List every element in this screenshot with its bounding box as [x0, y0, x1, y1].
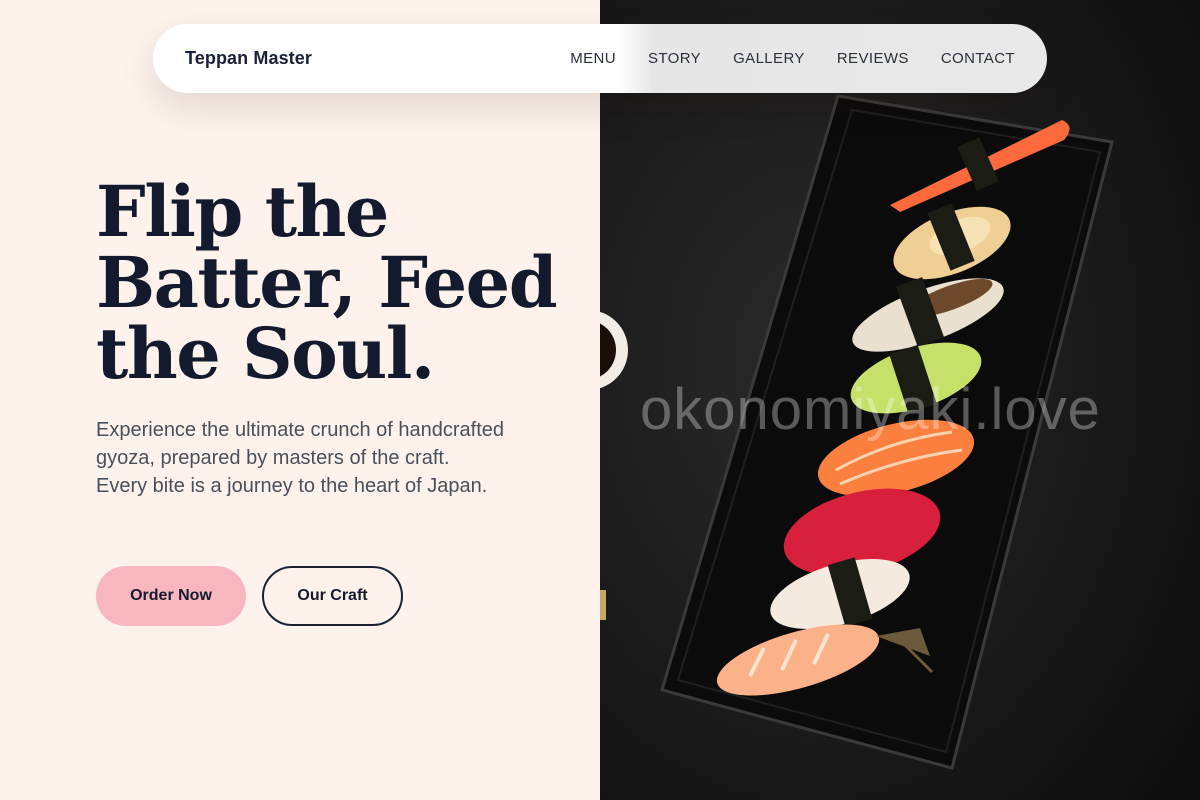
brand-logo[interactable]: Teppan Master	[185, 48, 312, 69]
hero-left-panel	[0, 0, 600, 800]
nav-links: MENU STORY GALLERY REVIEWS CONTACT	[554, 50, 1031, 67]
our-craft-button[interactable]: Our Craft	[262, 566, 403, 626]
nav-link-gallery[interactable]: GALLERY	[733, 50, 805, 67]
nav-link-reviews[interactable]: REVIEWS	[837, 50, 909, 67]
hero-description: Experience the ultimate crunch of handcr…	[96, 419, 505, 497]
watermark-text: okonomiyaki.love	[640, 377, 1101, 442]
nav-link-contact[interactable]: CONTACT	[941, 50, 1015, 67]
nav-link-story[interactable]: STORY	[648, 50, 701, 67]
order-now-button[interactable]: Order Now	[96, 566, 246, 626]
hero-title: Flip the Batter, Feed the Soul.	[96, 170, 558, 395]
top-navbar: Teppan Master MENU STORY GALLERY REVIEWS…	[153, 24, 1047, 93]
nav-link-menu[interactable]: MENU	[570, 50, 616, 67]
